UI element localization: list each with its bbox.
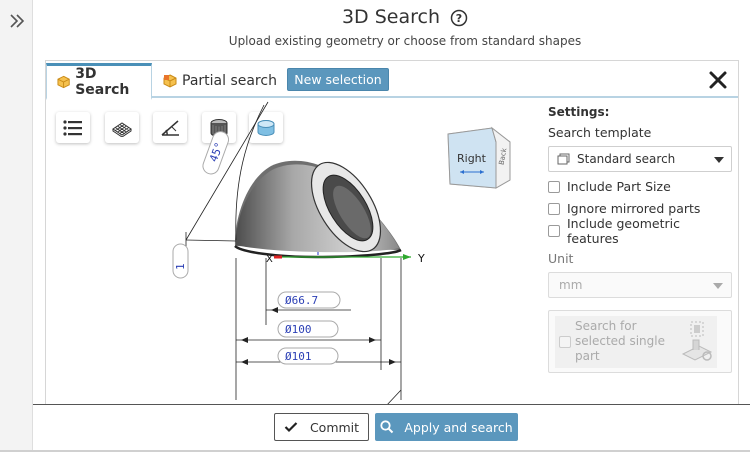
tab-label: Partial search: [182, 72, 277, 89]
dim-thickness-label: 1: [174, 263, 187, 270]
option-label: Include Part Size: [567, 179, 671, 194]
unit-value: mm: [559, 278, 583, 292]
commit-button[interactable]: Commit: [274, 413, 369, 441]
mesh-icon: [112, 121, 132, 137]
shaded-cube-icon: [210, 118, 228, 137]
search-template-label: Search template: [548, 125, 652, 140]
new-selection-button[interactable]: New selection: [287, 68, 389, 91]
chevron-down-icon: [713, 283, 723, 289]
settings-heading: Settings:: [548, 105, 610, 119]
option-include-part-size[interactable]: Include Part Size: [548, 179, 734, 194]
include-part-size-checkbox[interactable]: [548, 180, 560, 193]
search-panel: 3D Search Partial search New selection Y…: [45, 60, 739, 406]
search-single-part-label: Search for selected single part: [575, 319, 665, 363]
view-cube-front-label: Right: [457, 152, 487, 165]
partial-cube-icon: [163, 73, 177, 88]
page-title-text: 3D Search: [341, 6, 440, 28]
option-label: Include geometric features: [567, 215, 681, 246]
dim-d1-label: Ø66.7: [285, 294, 318, 307]
page-title: 3D Search ?: [0, 6, 750, 28]
dim-d3-label: Ø101: [285, 350, 312, 363]
cylinder-icon: [257, 119, 275, 136]
chevron-down-icon: [714, 157, 724, 163]
cylinder-view-button[interactable]: [249, 112, 283, 143]
commit-label: Commit: [309, 419, 360, 435]
sidebar-rail: [0, 0, 33, 452]
search-single-part-inner: Search for selected single part: [555, 316, 717, 368]
model-viewer[interactable]: Y X 45° 1 Ø66.7 Ø100 Ø101 Right Back: [46, 100, 536, 406]
single-part-checkbox: [559, 336, 571, 348]
option-ignore-mirrored[interactable]: Ignore mirrored parts: [548, 201, 734, 216]
option-label: Ignore mirrored parts: [567, 201, 701, 216]
measure-button[interactable]: [153, 112, 187, 143]
settings-panel: Settings: Search template Standard searc…: [548, 105, 734, 373]
tab-partial-search[interactable]: Partial search: [163, 63, 277, 98]
template-icon: [557, 153, 570, 165]
dim-d1: Ø66.7: [277, 291, 341, 309]
ignore-mirrored-checkbox[interactable]: [548, 202, 560, 215]
apply-label: Apply and search: [404, 419, 513, 435]
dim-d3: Ø101: [277, 347, 339, 365]
dim-d2-label: Ø100: [285, 323, 312, 336]
search-template-value: Standard search: [577, 152, 676, 166]
tab-bar: 3D Search Partial search New selection: [46, 61, 738, 100]
list-icon: [63, 119, 82, 136]
close-icon[interactable]: [706, 68, 730, 92]
search-template-select[interactable]: Standard search: [548, 146, 732, 172]
cube-icon: [57, 75, 70, 89]
axis-x-label: X: [266, 254, 273, 265]
dim-angle-label: 45°: [207, 141, 226, 164]
apply-and-search-button[interactable]: Apply and search: [375, 413, 518, 441]
search-single-part-option: Search for selected single part: [548, 310, 732, 373]
axis-y-label: Y: [417, 252, 425, 265]
unit-select: mm: [548, 272, 732, 298]
svg-text:?: ?: [456, 12, 462, 25]
tab-3d-search[interactable]: 3D Search: [46, 63, 152, 100]
wireframe-button[interactable]: [105, 112, 139, 143]
help-icon[interactable]: ?: [450, 9, 468, 27]
shaded-view-button[interactable]: [202, 112, 236, 143]
tab-label: 3D Search: [75, 66, 130, 98]
measure-icon: [161, 119, 179, 136]
geometric-features-checkbox[interactable]: [548, 224, 560, 237]
option-geometric-features[interactable]: Include geometric features: [548, 216, 734, 246]
single-part-icon: [681, 321, 713, 361]
dim-thickness: 1: [172, 243, 189, 279]
checkmark-icon: [284, 422, 298, 433]
page-subtitle: Upload existing geometry or choose from …: [228, 34, 582, 48]
unit-label: Unit: [548, 251, 574, 266]
search-icon: [380, 420, 394, 434]
view-cube[interactable]: Right Back: [442, 122, 516, 192]
action-bar: Commit Apply and search: [33, 404, 750, 452]
list-view-button[interactable]: [56, 112, 90, 143]
dim-d2: Ø100: [277, 320, 339, 338]
